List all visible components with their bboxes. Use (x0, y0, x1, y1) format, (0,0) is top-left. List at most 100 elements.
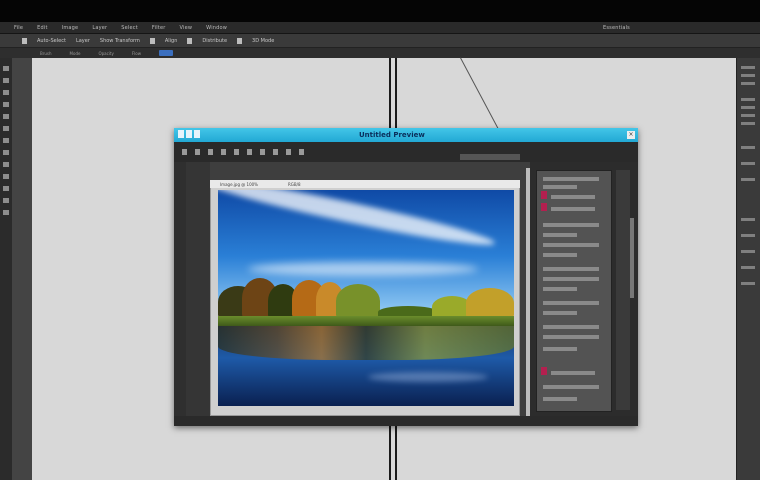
option-brush[interactable]: Brush (40, 51, 52, 56)
panel-row[interactable] (543, 233, 577, 237)
menu-layer[interactable]: Layer (92, 25, 107, 31)
menu-select[interactable]: Select (121, 25, 138, 31)
option-distribute[interactable]: Distribute (202, 38, 227, 44)
stamp-tool-icon[interactable] (3, 138, 9, 143)
option-opacity[interactable]: Opacity (98, 51, 113, 56)
close-icon[interactable]: × (627, 131, 635, 139)
move-tool-icon[interactable] (22, 37, 27, 44)
toolbar-icon[interactable] (234, 149, 239, 155)
zoom-slider[interactable] (460, 154, 520, 160)
3d-icon[interactable] (237, 37, 243, 44)
zoom-tool-icon[interactable] (3, 210, 9, 215)
panel-row[interactable] (543, 185, 577, 189)
dock-item[interactable] (741, 178, 755, 181)
window-icon[interactable] (194, 130, 200, 138)
layers-list (536, 170, 612, 412)
dock-item[interactable] (741, 82, 755, 85)
text-tool-icon[interactable] (3, 174, 9, 179)
panel-row[interactable] (543, 177, 599, 181)
panel-row[interactable] (543, 287, 577, 291)
dock-item[interactable] (741, 66, 755, 69)
dock-item[interactable] (741, 106, 755, 109)
panel-row[interactable] (543, 325, 599, 329)
window-icon[interactable] (178, 130, 184, 138)
eraser-tool-icon[interactable] (3, 150, 9, 155)
distribute-icon[interactable] (187, 37, 193, 44)
workspace-switcher[interactable]: Essentials (603, 25, 630, 31)
pen-tool-icon[interactable] (3, 186, 9, 191)
menu-view[interactable]: View (180, 25, 193, 31)
crop-tool-icon[interactable] (3, 102, 9, 107)
panel-row[interactable] (551, 207, 595, 211)
dock-item[interactable] (741, 114, 755, 117)
option-auto-select[interactable]: Auto-Select (37, 38, 66, 44)
dock-item[interactable] (741, 162, 755, 165)
panel-row[interactable] (543, 397, 577, 401)
menu-window[interactable]: Window (206, 25, 227, 31)
panel-row[interactable] (543, 223, 599, 227)
dock-item[interactable] (741, 234, 755, 237)
panel-row[interactable] (543, 347, 577, 351)
move-tool-icon[interactable] (3, 66, 9, 71)
panel-row[interactable] (543, 277, 599, 281)
panel-row[interactable] (543, 335, 599, 339)
menu-image[interactable]: Image (62, 25, 79, 31)
dock-item[interactable] (741, 250, 755, 253)
canvas-guide-top (389, 58, 397, 133)
canvas-guide-bottom (389, 425, 397, 480)
lasso-tool-icon[interactable] (3, 90, 9, 95)
window-status-bar (174, 416, 638, 426)
panel-row[interactable] (543, 253, 577, 257)
dock-item[interactable] (741, 74, 755, 77)
toolbar-icon[interactable] (273, 149, 278, 155)
toolbar-icon[interactable] (195, 149, 200, 155)
panel-row[interactable] (551, 371, 595, 375)
option-align[interactable]: Align (165, 38, 178, 44)
layer-thumbnail[interactable] (541, 367, 547, 375)
dock-item[interactable] (741, 98, 755, 101)
window-icon[interactable] (186, 130, 192, 138)
option-mode[interactable]: Mode (70, 51, 81, 56)
dock-item[interactable] (741, 266, 755, 269)
toolbar-icon[interactable] (208, 149, 213, 155)
hand-tool-icon[interactable] (3, 198, 9, 203)
workspace-button[interactable] (158, 50, 173, 56)
option-layer[interactable]: Layer (76, 38, 90, 44)
layer-thumbnail[interactable] (541, 191, 547, 199)
toolbar-icon[interactable] (247, 149, 252, 155)
panel-row[interactable] (543, 267, 599, 271)
dock-item[interactable] (741, 122, 755, 125)
dock-item[interactable] (741, 218, 755, 221)
menu-filter[interactable]: Filter (152, 25, 166, 31)
dock-item[interactable] (741, 282, 755, 285)
panel-row[interactable] (543, 385, 599, 389)
toolbar-icon[interactable] (260, 149, 265, 155)
brush-tool-icon[interactable] (3, 126, 9, 131)
window-left-gutter (186, 162, 210, 426)
toolbar-icon[interactable] (221, 149, 226, 155)
cloud-reflection (368, 372, 488, 382)
panel-scrollbar[interactable] (630, 218, 634, 298)
option-show-transform[interactable]: Show Transform (100, 38, 140, 44)
window-titlebar[interactable]: Untitled Preview × (174, 128, 638, 142)
panel-row[interactable] (543, 243, 599, 247)
options-bar: Auto-Select Layer Show Transform Align D… (0, 34, 760, 48)
marquee-tool-icon[interactable] (3, 78, 9, 83)
panel-row[interactable] (551, 195, 595, 199)
toolbar-icon[interactable] (286, 149, 291, 155)
eyedropper-tool-icon[interactable] (3, 114, 9, 119)
toolbar-icon[interactable] (299, 149, 304, 155)
gradient-tool-icon[interactable] (3, 162, 9, 167)
menu-file[interactable]: File (14, 25, 23, 31)
toolbar-icon[interactable] (182, 149, 187, 155)
menu-edit[interactable]: Edit (37, 25, 47, 31)
panel-row[interactable] (543, 311, 577, 315)
menu-bar: File Edit Image Layer Select Filter View… (0, 22, 760, 34)
option-3d-mode[interactable]: 3D Mode (252, 38, 274, 44)
option-flow[interactable]: Flow (132, 51, 141, 56)
layer-thumbnail[interactable] (541, 203, 547, 211)
dock-item[interactable] (741, 146, 755, 149)
document-tab[interactable]: Image.jpg @ 100% RGB/8 (210, 180, 520, 188)
align-icon[interactable] (149, 37, 155, 44)
panel-row[interactable] (543, 301, 599, 305)
